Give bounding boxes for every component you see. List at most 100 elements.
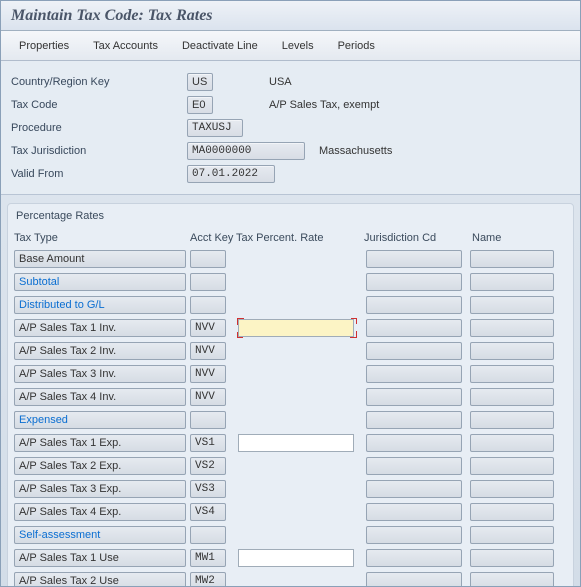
table-row: Self-assessment <box>12 524 569 546</box>
acct-key-value: VS3 <box>190 480 226 498</box>
acct-key-value <box>190 273 226 291</box>
table-row: A/P Sales Tax 2 Exp.VS2 <box>12 455 569 477</box>
jurisdiction-cd-value <box>366 342 462 360</box>
jurisdiction-cd-value <box>366 503 462 521</box>
jurisdiction-label: Tax Jurisdiction <box>9 145 187 157</box>
properties-button[interactable]: Properties <box>9 37 79 55</box>
deactivate-line-button[interactable]: Deactivate Line <box>172 37 268 55</box>
tax-type-value[interactable]: Distributed to G/L <box>14 296 186 314</box>
tax-type-value: A/P Sales Tax 1 Use <box>14 549 186 567</box>
acct-key-value: NVV <box>190 388 226 406</box>
tax-code-desc: A/P Sales Tax, exempt <box>269 99 379 111</box>
tax-code-label: Tax Code <box>9 99 187 111</box>
jurisdiction-cd-value <box>366 296 462 314</box>
tax-type-value: A/P Sales Tax 3 Exp. <box>14 480 186 498</box>
jurisdiction-cd-value <box>366 411 462 429</box>
tax-percent-rate-input[interactable] <box>238 319 354 337</box>
name-value <box>470 273 554 291</box>
jurisdiction-cd-value <box>366 457 462 475</box>
name-value <box>470 296 554 314</box>
name-value <box>470 365 554 383</box>
row-valid-from: Valid From 07.01.2022 <box>9 163 572 185</box>
tax-type-value: Base Amount <box>14 250 186 268</box>
col-jurisdiction: Jurisdiction Cd <box>364 232 472 244</box>
col-acct-key: Acct Key <box>190 232 236 244</box>
jurisdiction-cd-value <box>366 434 462 452</box>
tax-type-value[interactable]: Expensed <box>14 411 186 429</box>
tax-accounts-button[interactable]: Tax Accounts <box>83 37 168 55</box>
page-title: Maintain Tax Code: Tax Rates <box>1 1 580 31</box>
name-value <box>470 480 554 498</box>
name-value <box>470 549 554 567</box>
row-tax-code: Tax Code E0 A/P Sales Tax, exempt <box>9 94 572 116</box>
row-procedure: Procedure TAXUSJ <box>9 117 572 139</box>
name-value <box>470 342 554 360</box>
tax-type-value[interactable]: Self-assessment <box>14 526 186 544</box>
tax-type-value: A/P Sales Tax 2 Exp. <box>14 457 186 475</box>
table-row: A/P Sales Tax 4 Exp.VS4 <box>12 501 569 523</box>
name-value <box>470 503 554 521</box>
valid-from-label: Valid From <box>9 168 187 180</box>
table-row: Distributed to G/L <box>12 294 569 316</box>
acct-key-value: NVV <box>190 365 226 383</box>
name-value <box>470 319 554 337</box>
acct-key-value <box>190 296 226 314</box>
name-value <box>470 457 554 475</box>
grid-body: Base Amount Subtotal Distributed to G/L A/P… <box>12 248 569 587</box>
tax-type-value: A/P Sales Tax 2 Use <box>14 572 186 587</box>
col-name: Name <box>472 232 562 244</box>
percentage-rates-section: Percentage Rates Tax Type Acct Key Tax P… <box>7 203 574 587</box>
table-row: A/P Sales Tax 4 Inv.NVV <box>12 386 569 408</box>
jurisdiction-cd-value <box>366 273 462 291</box>
jurisdiction-desc: Massachusetts <box>319 145 392 157</box>
periods-button[interactable]: Periods <box>328 37 385 55</box>
tax-type-value: A/P Sales Tax 4 Exp. <box>14 503 186 521</box>
grid-header: Tax Type Acct Key Tax Percent. Rate Juri… <box>12 228 569 248</box>
acct-key-value <box>190 250 226 268</box>
procedure-label: Procedure <box>9 122 187 134</box>
jurisdiction-cd-value <box>366 388 462 406</box>
acct-key-value: MW1 <box>190 549 226 567</box>
acct-key-value: VS2 <box>190 457 226 475</box>
section-title: Percentage Rates <box>12 208 569 228</box>
acct-key-value: NVV <box>190 319 226 337</box>
col-percent-rate: Tax Percent. Rate <box>236 232 364 244</box>
table-row: A/P Sales Tax 3 Exp.VS3 <box>12 478 569 500</box>
table-row: A/P Sales Tax 1 UseMW1 <box>12 547 569 569</box>
valid-from-value: 07.01.2022 <box>187 165 275 183</box>
tax-type-value: A/P Sales Tax 3 Inv. <box>14 365 186 383</box>
row-jurisdiction: Tax Jurisdiction MA0000000 Massachusetts <box>9 140 572 162</box>
table-row: Base Amount <box>12 248 569 270</box>
name-value <box>470 526 554 544</box>
col-tax-type: Tax Type <box>14 232 190 244</box>
jurisdiction-cd-value <box>366 572 462 587</box>
jurisdiction-cd-value <box>366 319 462 337</box>
jurisdiction-cd-value <box>366 549 462 567</box>
tax-code-value: E0 <box>187 96 213 114</box>
acct-key-value: MW2 <box>190 572 226 587</box>
name-value <box>470 434 554 452</box>
tax-percent-rate-input[interactable] <box>238 549 354 567</box>
country-key-label: Country/Region Key <box>9 76 187 88</box>
table-row: A/P Sales Tax 2 Inv.NVV <box>12 340 569 362</box>
tax-percent-rate-input[interactable] <box>238 434 354 452</box>
jurisdiction-cd-value <box>366 526 462 544</box>
tax-type-value: A/P Sales Tax 1 Inv. <box>14 319 186 337</box>
tax-type-value: A/P Sales Tax 1 Exp. <box>14 434 186 452</box>
name-value <box>470 572 554 587</box>
header-form: Country/Region Key US USA Tax Code E0 A/… <box>1 61 580 195</box>
name-value <box>470 388 554 406</box>
tax-type-value[interactable]: Subtotal <box>14 273 186 291</box>
procedure-value: TAXUSJ <box>187 119 243 137</box>
name-value <box>470 411 554 429</box>
jurisdiction-value: MA0000000 <box>187 142 305 160</box>
acct-key-value: VS1 <box>190 434 226 452</box>
country-key-value: US <box>187 73 213 91</box>
acct-key-value: VS4 <box>190 503 226 521</box>
jurisdiction-cd-value <box>366 480 462 498</box>
levels-button[interactable]: Levels <box>272 37 324 55</box>
table-row: A/P Sales Tax 1 Exp.VS1 <box>12 432 569 454</box>
country-key-desc: USA <box>269 76 292 88</box>
toolbar: Properties Tax Accounts Deactivate Line … <box>1 31 580 61</box>
acct-key-value <box>190 526 226 544</box>
